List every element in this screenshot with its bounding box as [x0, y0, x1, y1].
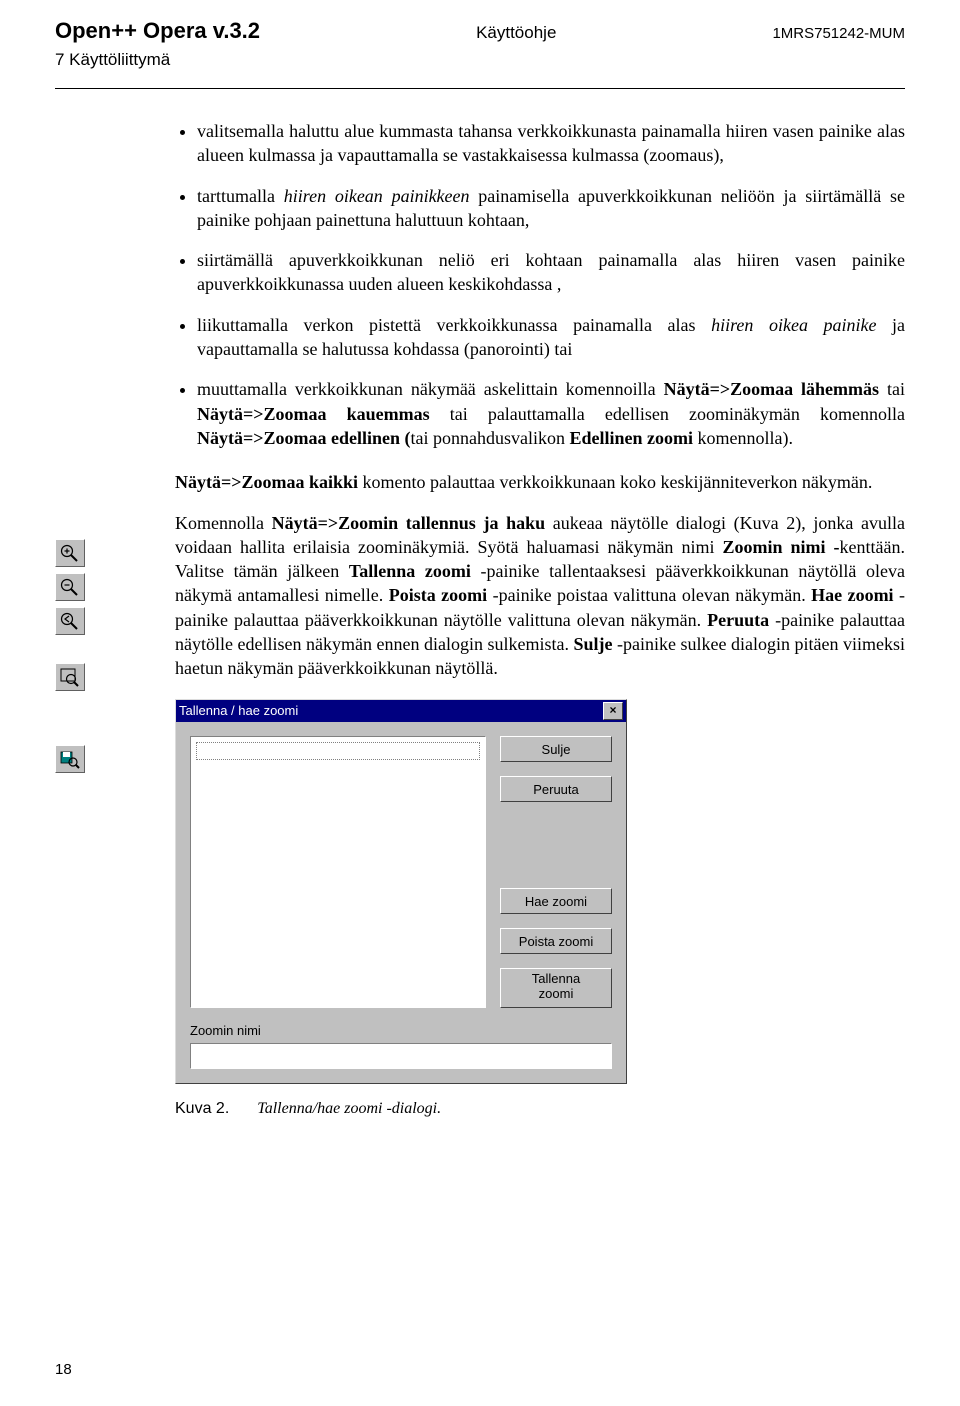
para-bold: Zoomin nimi - [722, 537, 839, 557]
zoom-prev-icon [55, 607, 85, 635]
dialog-body: Sulje Peruuta Hae zoomi Poista zoomi Tal… [176, 722, 626, 1022]
list-focus-rect [196, 742, 480, 760]
figure-text: Tallenna/hae zoomi -dialogi. [257, 1100, 441, 1117]
save-zoom-button[interactable]: Tallenna zoomi [500, 968, 612, 1008]
delete-zoom-button[interactable]: Poista zoomi [500, 928, 612, 954]
zoom-in-icon [55, 539, 85, 567]
page-header: Open++ Opera v.3.2 Käyttöohje 1MRS751242… [55, 18, 905, 44]
list-item: siirtämällä apuverkkoikkunan neliö eri k… [197, 248, 905, 297]
para-bold: Hae zoomi [811, 585, 893, 605]
bullet-text: komennolla). [693, 428, 793, 448]
get-zoom-button[interactable]: Hae zoomi [500, 888, 612, 914]
bullet-text: valitsemalla haluttu alue kummasta tahan… [197, 121, 905, 165]
spacer [500, 816, 612, 874]
bullet-italic: hiiren oikean painikkeen [284, 186, 470, 206]
dialog-titlebar[interactable]: Tallenna / hae zoomi × [176, 700, 626, 722]
para-bold: Näytä=>Zoomin tallennus ja haku [272, 513, 546, 533]
bullet-text: tai ponnahdusvalikon [411, 428, 570, 448]
figure-caption: Kuva 2. Tallenna/hae zoomi -dialogi. [175, 1098, 905, 1120]
zoom-name-input[interactable] [190, 1043, 612, 1069]
dialog-button-column: Sulje Peruuta Hae zoomi Poista zoomi Tal… [500, 736, 612, 1008]
list-item: valitsemalla haluttu alue kummasta tahan… [197, 119, 905, 168]
header-rule [55, 88, 905, 89]
para-bold: Peruuta [707, 610, 769, 630]
document-page: Open++ Opera v.3.2 Käyttöohje 1MRS751242… [0, 0, 960, 1406]
content-columns: valitsemalla haluttu alue kummasta tahan… [55, 119, 905, 1120]
header-title-center: Käyttöohje [476, 23, 556, 43]
zoom-name-label: Zoomin nimi [190, 1022, 612, 1040]
para-bold: Poista zoomi [389, 585, 487, 605]
close-dialog-button[interactable]: Sulje [500, 736, 612, 762]
dialog-title: Tallenna / hae zoomi [179, 702, 298, 720]
bullet-text: liikuttamalla verkon pistettä verkkoikku… [197, 315, 711, 335]
dialog-footer: Zoomin nimi [176, 1022, 626, 1084]
list-item: muuttamalla verkkoikkunan näkymää askeli… [197, 377, 905, 450]
para-text: Komennolla [175, 513, 272, 533]
paragraph: Komennolla Näytä=>Zoomin tallennus ja ha… [175, 511, 905, 681]
bullet-text: tai palauttamalla edellisen zoominäkymän… [430, 404, 905, 424]
para-bold: Näytä=>Zoomaa kaikki [175, 472, 358, 492]
bullet-bold: Näytä=>Zoomaa edellinen ( [197, 428, 411, 448]
header-doc-id: 1MRS751242-MUM [772, 25, 905, 42]
figure-number: Kuva 2. [175, 1100, 229, 1117]
bullet-italic: hiiren oikea painike [711, 315, 876, 335]
bullet-text: siirtämällä apuverkkoikkunan neliö eri k… [197, 250, 905, 294]
header-section: 7 Käyttöliittymä [55, 50, 905, 70]
bullet-text: tarttumalla [197, 186, 284, 206]
para-text: komento palauttaa verkkoikkunaan koko ke… [358, 472, 872, 492]
para-text: -painike poistaa valittuna olevan näkymä… [487, 585, 811, 605]
page-number: 18 [55, 1361, 72, 1378]
zoom-listbox[interactable] [190, 736, 486, 1008]
bullet-bold: Näytä=>Zoomaa kauemmas [197, 404, 430, 424]
bullet-list: valitsemalla haluttu alue kummasta tahan… [175, 119, 905, 450]
zoom-save-dialog: Tallenna / hae zoomi × Sulje Peruuta Hae… [175, 699, 627, 1085]
header-title-left: Open++ Opera v.3.2 [55, 18, 260, 44]
close-button[interactable]: × [603, 702, 623, 720]
zoom-save-icon [55, 745, 85, 773]
bullet-text: tai [879, 379, 905, 399]
toolbar-icon-column [55, 119, 175, 1120]
list-item: tarttumalla hiiren oikean painikkeen pai… [197, 184, 905, 233]
bullet-bold: Edellinen zoomi [570, 428, 694, 448]
zoom-out-icon [55, 573, 85, 601]
cancel-button[interactable]: Peruuta [500, 776, 612, 802]
bullet-text: muuttamalla verkkoikkunan näkymää askeli… [197, 379, 664, 399]
para-bold: Sulje [573, 634, 612, 654]
bullet-bold: Näytä=>Zoomaa lähemmäs [664, 379, 879, 399]
main-text-column: valitsemalla haluttu alue kummasta tahan… [175, 119, 905, 1120]
close-icon: × [609, 703, 616, 717]
paragraph: Näytä=>Zoomaa kaikki komento palauttaa v… [175, 470, 905, 494]
list-item: liikuttamalla verkon pistettä verkkoikku… [197, 313, 905, 362]
para-bold: Tallenna zoomi [349, 561, 471, 581]
zoom-all-icon [55, 663, 85, 691]
